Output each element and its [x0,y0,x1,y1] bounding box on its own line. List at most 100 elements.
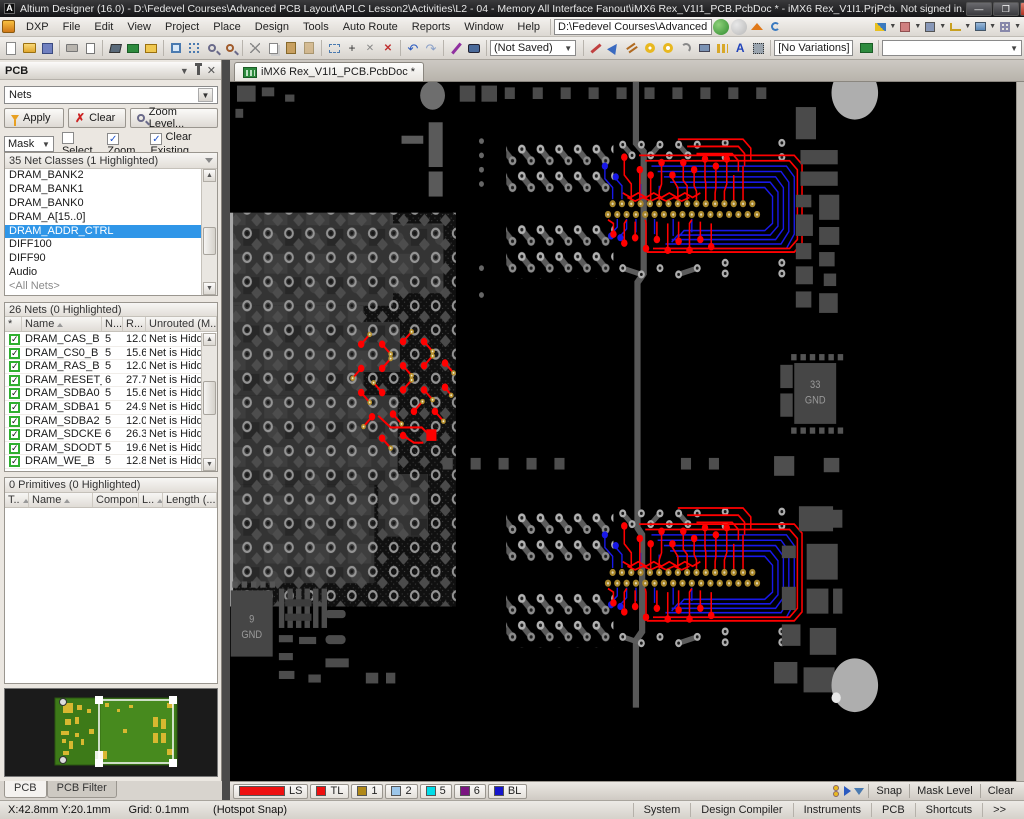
net-row[interactable]: ✓DRAM_CS0_B515.62Net is Hidden [5,347,201,361]
panel-mode-combo[interactable]: Nets▼ [4,86,218,104]
panel-close-icon[interactable]: ✕ [207,64,216,77]
zoom-window-icon[interactable] [167,39,185,57]
pcb-canvas[interactable]: 33 GND 9 GND [230,82,1024,781]
system-menu-button[interactable]: System [633,803,691,817]
menu-tools[interactable]: Tools [296,19,336,35]
net-row[interactable]: ✓DRAM_SDBA2512.00Net is Hidden [5,415,201,429]
nets-column-headers[interactable]: * Name N... R... Unrouted (M... [5,317,217,332]
panel-dropdown-icon[interactable]: ▼ [180,66,189,76]
place-fill-icon[interactable] [695,39,713,57]
filter-funnel-icon[interactable] [205,158,213,163]
grid-dropdown-icon[interactable] [996,18,1014,36]
footprint-dropdown-icon[interactable] [921,18,939,36]
select-area-icon[interactable] [325,39,343,57]
net-class-item[interactable]: Audio [5,266,201,280]
layer-tab-1[interactable]: 1 [351,784,383,799]
minimize-button[interactable]: — [966,2,992,16]
net-class-item[interactable]: DRAM_A[15..0] [5,211,201,225]
place-string-icon[interactable]: A [731,39,749,57]
net-class-item[interactable]: DIFF100 [5,238,201,252]
menu-dxp[interactable]: DXP [19,19,56,35]
net-row[interactable]: ✓DRAM_SDBA1524.99Net is Hidden [5,401,201,415]
zoom-selection-icon[interactable] [221,39,239,57]
place-arc-icon[interactable] [677,39,695,57]
net-class-item[interactable]: <All Nets> [5,280,201,294]
design-compiler-menu-button[interactable]: Design Compiler [690,803,792,817]
interactive-route-icon[interactable] [447,39,465,57]
layer-tab-6[interactable]: 6 [454,784,486,799]
redo-icon[interactable]: ↷ [422,39,440,57]
instruments-menu-button[interactable]: Instruments [793,803,871,817]
variations-combo[interactable]: [No Variations]▼ [774,40,853,56]
panel-splitter[interactable] [222,60,230,800]
net-classes-scrollbar[interactable]: ▲▼ [201,169,217,295]
tab-pcb-filter[interactable]: PCB Filter [47,781,117,798]
tab-pcb[interactable]: PCB [4,781,47,798]
canvas-vertical-scrollbar[interactable] [1016,82,1024,781]
panel-stack-icon[interactable] [833,785,839,797]
menu-autoroute[interactable]: Auto Route [336,19,405,35]
menu-project[interactable]: Project [158,19,206,35]
diff-pair-route-icon[interactable] [623,39,641,57]
play-icon[interactable] [844,786,851,796]
menu-file[interactable]: File [56,19,88,35]
place-array-icon[interactable] [713,39,731,57]
new-document-icon[interactable] [2,39,20,57]
net-class-item[interactable]: DRAM_BANK1 [5,183,201,197]
path-combo[interactable]: D:\Fedevel Courses\Advanced PCB▼ [554,19,712,35]
close-button[interactable]: ✕ [1020,2,1024,16]
more-panels-button[interactable]: >> [982,803,1016,817]
net-row[interactable]: ✓DRAM_SDBA0515.62Net is Hidden [5,387,201,401]
net-row[interactable]: ✓DRAM_CAS_B512.00Net is Hidden [5,333,201,347]
net-row[interactable]: ✓DRAM_RESET_B627.75Net is Hidden [5,374,201,388]
mask-funnel-icon[interactable] [854,788,864,795]
dimension-dropdown-icon[interactable] [946,18,964,36]
menu-view[interactable]: View [120,19,158,35]
route-icon[interactable] [605,39,623,57]
net-class-item[interactable]: DIFF90 [5,252,201,266]
panel-pin-icon[interactable] [197,66,200,75]
layer-tab-bl[interactable]: BL [488,784,527,799]
apply-button[interactable]: Apply [4,108,64,128]
home-icon[interactable] [748,18,766,36]
layer-stack-dropdown-icon[interactable] [896,18,914,36]
pcb-menu-button[interactable]: PCB [871,803,915,817]
move-icon[interactable]: + [343,39,361,57]
menu-help[interactable]: Help [510,19,547,35]
net-class-item[interactable]: DRAM_BANK0 [5,197,201,211]
refresh-icon[interactable] [766,18,784,36]
menu-window[interactable]: Window [457,19,510,35]
print-preview-icon[interactable] [81,39,99,57]
place-via-icon[interactable] [659,39,677,57]
layer-tab-tl[interactable]: TL [310,784,349,799]
clear-filter-icon[interactable]: ✕ [379,39,397,57]
menu-place[interactable]: Place [206,19,248,35]
zoom-level-button[interactable]: Zoom Level... [130,108,218,128]
deselect-icon[interactable]: ✕ [361,39,379,57]
back-icon[interactable] [713,19,729,35]
net-row[interactable]: ✓DRAM_SDODT0519.63Net is Hidden [5,442,201,456]
net-class-item-selected[interactable]: DRAM_ADDR_CTRL [5,225,201,239]
route-tool-dropdown-icon[interactable] [871,18,889,36]
place-component-icon[interactable] [749,39,767,57]
print-icon[interactable] [63,39,81,57]
net-row[interactable]: ✓DRAM_RAS_B512.00Net is Hidden [5,360,201,374]
misc-combo[interactable]: ▼ [882,40,1022,56]
primitives-column-headers[interactable]: T.. Name Compone... L.. Length (... [5,493,217,508]
board-preview[interactable] [4,688,218,777]
workspace-icon[interactable] [106,39,124,57]
menu-edit[interactable]: Edit [87,19,120,35]
board-view-icon[interactable] [465,39,483,57]
place-line-icon[interactable] [587,39,605,57]
paste-icon[interactable] [282,39,300,57]
shortcuts-menu-button[interactable]: Shortcuts [915,803,982,817]
open-document-icon[interactable] [20,39,38,57]
net-class-item[interactable]: DRAM_BANK2 [5,169,201,183]
paste-special-icon[interactable] [300,39,318,57]
storage-combo[interactable]: (Not Saved)▼ [490,40,576,56]
copy-icon[interactable] [264,39,282,57]
mask-combo[interactable]: Mask▼ [4,136,54,152]
menu-reports[interactable]: Reports [405,19,458,35]
pcb-release-icon[interactable] [124,39,142,57]
layer-tab-2[interactable]: 2 [385,784,417,799]
